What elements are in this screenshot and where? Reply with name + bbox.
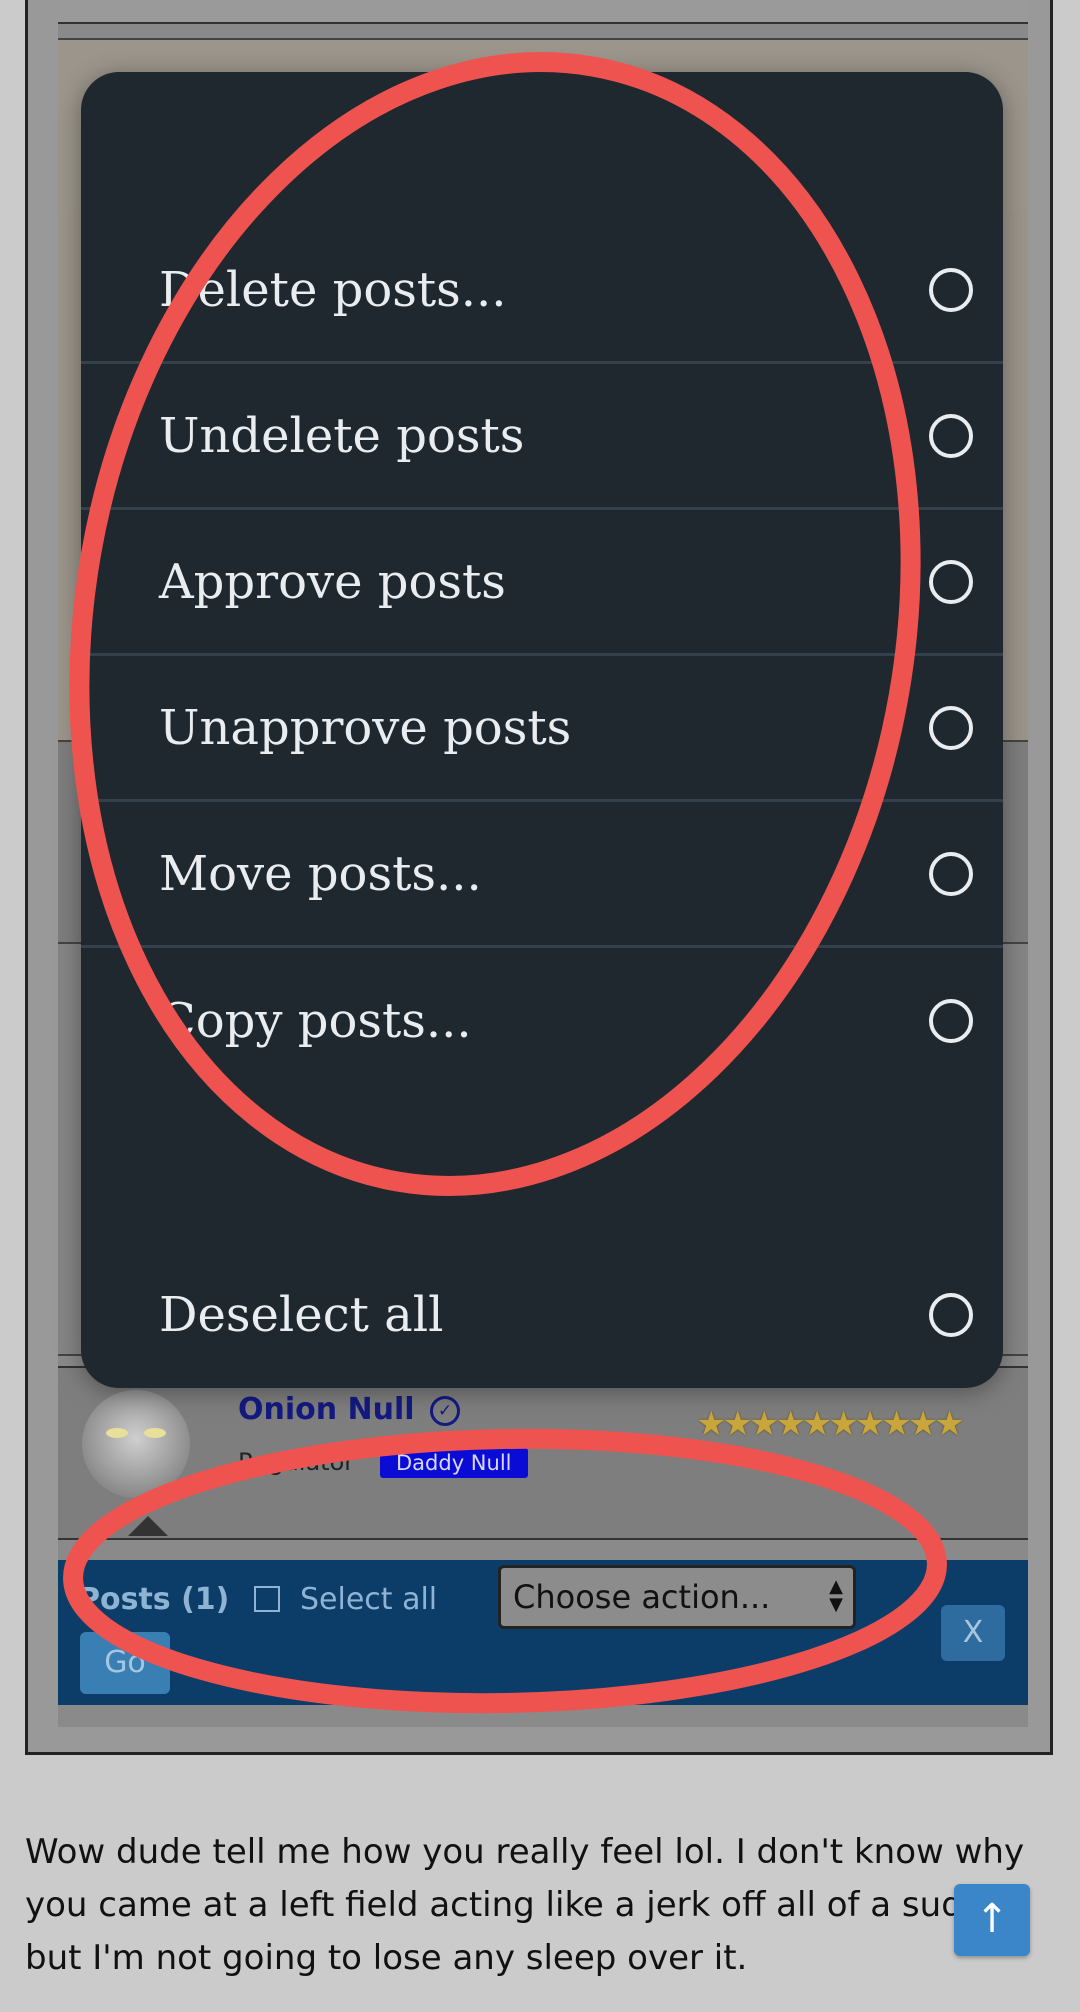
- username-link[interactable]: Onion Null: [238, 1392, 415, 1427]
- action-menu-popup: Delete posts... Undelete posts Approve p…: [81, 72, 1003, 1388]
- action-select[interactable]: Choose action... ▲ ▼: [498, 1565, 856, 1629]
- select-arrows-icon: ▲ ▼: [829, 1576, 843, 1615]
- menu-item-label: Deselect all: [159, 1287, 444, 1343]
- rating-stars-icon: ★★★★★★★★★★: [696, 1404, 965, 1444]
- menu-item-label: Approve posts: [159, 553, 506, 610]
- post-pointer: [128, 1516, 168, 1536]
- moderation-toolbar: Posts (1) Select all Choose action... ▲ ▼…: [58, 1560, 1028, 1705]
- back-to-top-button[interactable]: ↑: [954, 1884, 1030, 1956]
- user-badge: Daddy Null: [380, 1448, 528, 1478]
- menu-item-unapprove-posts[interactable]: Unapprove posts: [81, 656, 1003, 802]
- menu-item-label: Copy posts...: [159, 993, 472, 1049]
- menu-item-move-posts[interactable]: Move posts...: [81, 802, 1003, 948]
- go-button[interactable]: Go: [80, 1632, 170, 1694]
- selected-posts-count: Posts (1): [78, 1582, 230, 1617]
- radio-icon[interactable]: [929, 267, 973, 312]
- verified-icon: ✓: [430, 1396, 460, 1426]
- post-header: [58, 1366, 1028, 1540]
- user-role: Regulator: [238, 1448, 355, 1476]
- comment-text: Wow dude tell me how you really feel lol…: [25, 1832, 1027, 1978]
- menu-item-label: Move posts...: [159, 845, 482, 902]
- radio-icon[interactable]: [929, 413, 973, 458]
- avatar[interactable]: [82, 1390, 190, 1498]
- menu-item-undelete-posts[interactable]: Undelete posts: [81, 364, 1003, 510]
- menu-item-delete-posts[interactable]: Delete posts...: [81, 218, 1003, 364]
- menu-item-deselect-all[interactable]: Deselect all: [81, 1242, 1003, 1388]
- menu-item-approve-posts[interactable]: Approve posts: [81, 510, 1003, 656]
- arrow-up-icon: ↑: [975, 1896, 1009, 1942]
- radio-icon[interactable]: [929, 705, 973, 750]
- close-button[interactable]: X: [941, 1605, 1005, 1661]
- select-all-checkbox[interactable]: [254, 1586, 280, 1612]
- radio-icon[interactable]: [929, 559, 973, 604]
- radio-icon[interactable]: [929, 999, 973, 1043]
- menu-item-copy-posts[interactable]: Copy posts...: [81, 948, 1003, 1094]
- radio-icon[interactable]: [929, 851, 973, 896]
- action-select-value: Choose action...: [513, 1578, 771, 1616]
- post-divider: [58, 0, 1028, 24]
- radio-icon[interactable]: [929, 1293, 973, 1337]
- select-all-label[interactable]: Select all: [300, 1582, 437, 1617]
- menu-item-label: Undelete posts: [159, 407, 525, 464]
- menu-item-label: Delete posts...: [159, 261, 507, 318]
- menu-item-label: Unapprove posts: [159, 699, 572, 756]
